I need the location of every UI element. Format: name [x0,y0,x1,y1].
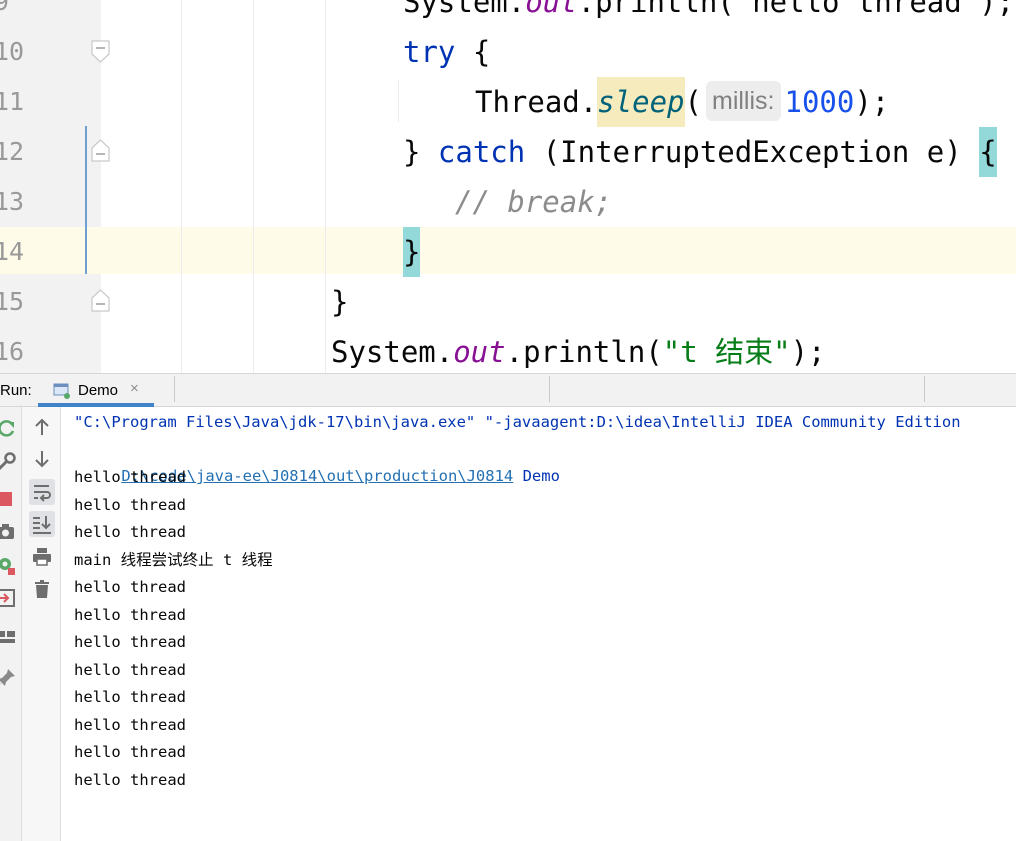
line-number: 12 [0,137,25,166]
code-token: .println("hello thread"); [577,0,1015,19]
header-divider [174,376,175,402]
code-token: } [403,227,421,277]
code-token: } [403,135,438,169]
code-token: System. [331,335,454,369]
code-token: { [455,35,491,69]
layout-icon[interactable] [0,625,18,649]
console-output[interactable]: "C:\Program Files\Java\jdk-17\bin\java.e… [61,407,1016,841]
fold-marker-icon[interactable] [91,40,110,63]
close-tab-icon[interactable]: × [130,380,139,397]
code-token: { [979,127,997,177]
debug-settings-icon[interactable] [0,553,18,577]
code-token: (InterruptedException e) [525,135,980,169]
code-token: ( [684,85,702,119]
output-line: hello thread [74,770,186,789]
fold-end-marker-icon[interactable] [91,289,110,312]
code-token: sleep [597,77,685,127]
soft-wrap-icon[interactable] [29,479,55,505]
indent-guide [181,0,182,373]
tab-demo[interactable]: Demo × [38,374,154,407]
indent-guide [398,80,399,122]
indent-guide [253,0,254,373]
output-line: hello thread [74,660,186,679]
arrow-down-icon[interactable] [30,447,54,471]
code-token: catch [437,135,526,169]
code-line[interactable]: System.out.println("hello thread"); [403,0,1014,27]
code-token: } [331,285,349,319]
code-token: try [403,35,456,69]
stop-icon[interactable] [0,487,18,511]
run-label: Run: [0,382,32,399]
code-line[interactable]: } catch (InterruptedException e) { [403,127,997,177]
camera-icon[interactable] [0,520,18,544]
code-token: Thread. [475,85,598,119]
code-editor[interactable]: 9 10 11 12 13 14 15 16 System.out.println("hell… [0,0,1016,373]
import-icon[interactable] [0,586,18,610]
header-divider [549,376,550,402]
output-line: hello thread [74,605,186,624]
code-line[interactable]: Thread.sleep(millis: 1000); [475,77,889,127]
rerun-icon[interactable] [0,417,18,441]
line-number: 13 [0,187,25,216]
scroll-to-end-icon[interactable] [29,511,55,537]
output-line: hello thread [74,495,186,514]
tab-label: Demo [78,382,119,399]
run-toolbar-secondary [22,407,61,841]
code-line[interactable]: try { [403,27,490,77]
output-line: hello thread [74,743,186,761]
pin-icon[interactable] [0,666,18,690]
line-number: 16 [0,337,25,366]
code-token: // break; [455,185,613,219]
run-toolwindow-header: Run: Demo × [0,373,1016,407]
output-line: main 线程尝试终止 t 线程 [74,550,273,569]
code-line[interactable]: System.out.println("t 结束"); [331,327,826,373]
arrow-up-icon[interactable] [30,415,54,439]
output-line: hello thread [74,715,186,734]
code-token: out [453,335,506,369]
code-token: ); [854,85,890,119]
line-number: 10 [0,37,25,66]
code-token: .println( [505,335,663,369]
print-icon[interactable] [30,545,54,569]
current-line-highlight [0,227,1016,274]
output-line: hello thread [74,578,186,596]
trash-icon[interactable] [30,577,54,601]
command-line: "C:\Program Files\Java\jdk-17\bin\java.e… [74,413,961,431]
main-class-name: Demo [513,467,560,485]
indent-guide [325,0,326,373]
fold-end-marker-icon[interactable] [91,139,110,162]
code-token: System. [403,0,526,19]
code-line[interactable]: // break; [455,177,612,227]
run-toolbar-primary [0,407,22,841]
line-number: 15 [0,287,25,316]
output-line: hello thread [74,468,186,486]
classpath-line: D:\code\java-ee\J0814\out\production\J08… [84,436,560,485]
vcs-change-marker[interactable] [85,126,87,274]
line-number: 11 [0,87,25,116]
parameter-hint: millis: [706,81,781,121]
code-token: ); [790,335,826,369]
code-token: out [525,0,578,19]
code-token: "t 结束" [662,335,791,369]
wrench-icon[interactable] [0,450,18,474]
console-icon [53,383,70,399]
output-line: hello thread [74,688,186,706]
code-line[interactable]: } [331,277,348,327]
code-token: 1000 [784,85,855,119]
output-line: hello thread [74,523,186,541]
code-line[interactable]: } [403,227,421,277]
header-divider [924,376,925,402]
output-line: hello thread [74,633,186,651]
line-number: 9 [0,0,10,16]
line-number: 14 [0,237,25,266]
